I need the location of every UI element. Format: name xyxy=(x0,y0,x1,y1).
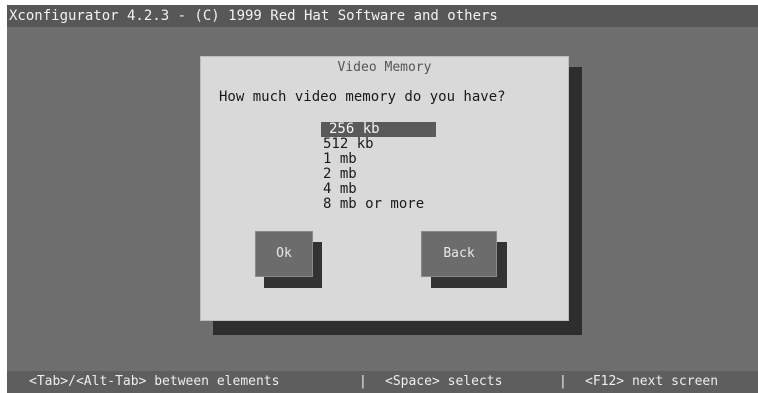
status-separator-1: | xyxy=(359,374,367,389)
status-separator-2: | xyxy=(559,374,567,389)
dialog-question: How much video memory do you have? xyxy=(219,89,506,105)
dialog-title: Video Memory xyxy=(337,60,432,75)
list-item-8mb-or-more[interactable]: 8 mb or more xyxy=(321,197,436,212)
video-memory-listbox[interactable]: 256 kb 512 kb 1 mb 2 mb 4 mb 8 mb or mor… xyxy=(321,122,436,212)
terminal-screen: Xconfigurator 4.2.3 - (C) 1999 Red Hat S… xyxy=(7,5,758,393)
list-item-1mb[interactable]: 1 mb xyxy=(321,152,436,167)
back-button[interactable]: Back xyxy=(421,231,497,277)
f12-hint: <F12> next screen xyxy=(585,374,719,389)
window-title: Xconfigurator 4.2.3 - (C) 1999 Red Hat S… xyxy=(7,5,758,27)
status-bar: <Tab>/<Alt-Tab> between elements | <Spac… xyxy=(7,371,758,393)
video-memory-dialog: Video Memory How much video memory do yo… xyxy=(200,56,569,321)
space-hint: <Space> selects xyxy=(385,374,503,389)
tab-hint: <Tab>/<Alt-Tab> between elements xyxy=(29,374,280,389)
list-item-2mb[interactable]: 2 mb xyxy=(321,167,436,182)
list-item-256kb[interactable]: 256 kb xyxy=(321,122,436,137)
ok-button[interactable]: Ok xyxy=(255,231,313,277)
list-item-4mb[interactable]: 4 mb xyxy=(321,182,436,197)
list-item-512kb[interactable]: 512 kb xyxy=(321,137,436,152)
